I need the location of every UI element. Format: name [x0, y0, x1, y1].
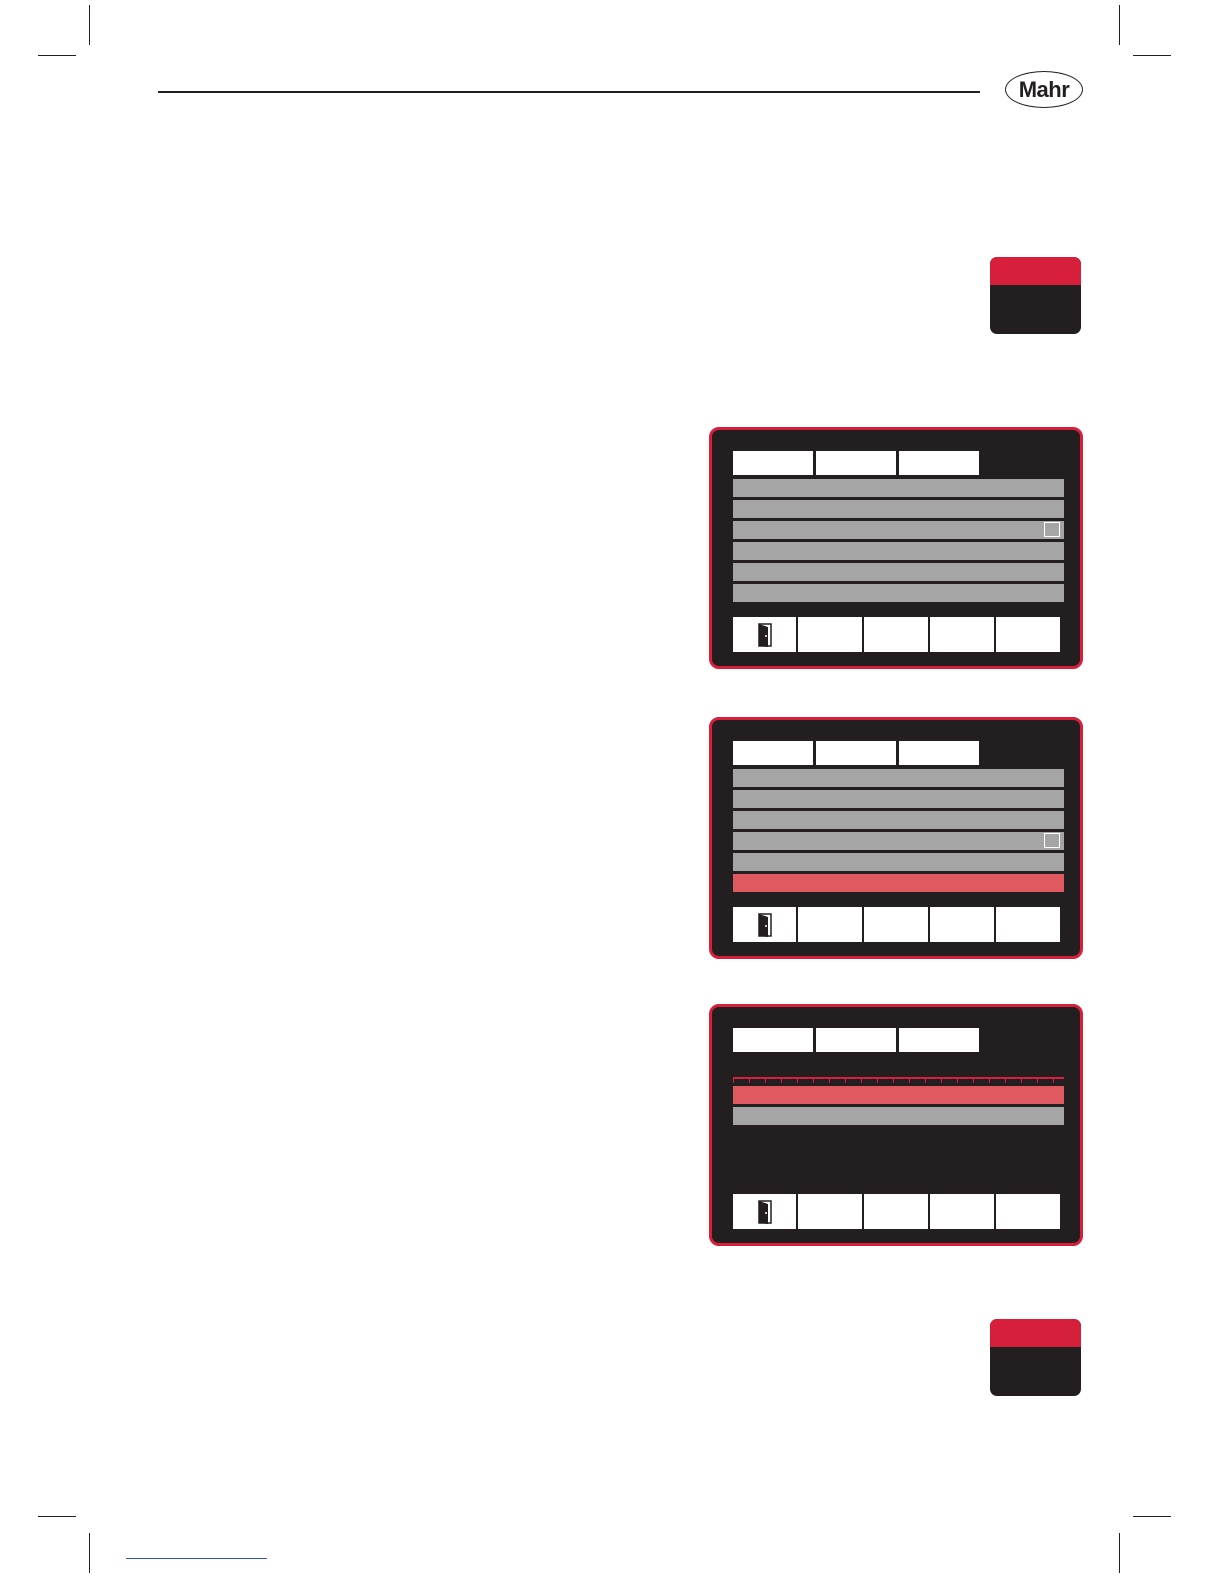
softkey[interactable] [798, 617, 862, 652]
header-rule [158, 91, 980, 93]
softkey[interactable] [864, 617, 928, 652]
list-item[interactable] [733, 479, 1064, 497]
checkbox[interactable] [1044, 522, 1060, 537]
menu-list [733, 479, 1064, 605]
crop-mark [1119, 1533, 1120, 1573]
screen-tabs [733, 451, 979, 475]
softkey[interactable] [996, 1194, 1060, 1229]
list-item[interactable] [733, 769, 1064, 787]
tab[interactable] [899, 741, 979, 765]
crop-mark [1119, 5, 1120, 45]
tab[interactable] [816, 451, 896, 475]
crop-mark [38, 55, 76, 56]
list-item[interactable] [733, 811, 1064, 829]
softkey[interactable] [864, 907, 928, 942]
list-item-selected[interactable] [733, 1086, 1064, 1104]
checkbox[interactable] [1044, 833, 1060, 848]
device-screen-3 [709, 1004, 1083, 1246]
menu-list [733, 1086, 1064, 1128]
list-item[interactable] [733, 521, 1064, 539]
exit-door-icon [757, 622, 772, 647]
crop-mark [89, 5, 90, 45]
list-item[interactable] [733, 563, 1064, 581]
softkey[interactable] [930, 617, 994, 652]
crop-mark [1133, 55, 1171, 56]
softkey-bar [733, 1194, 1060, 1229]
exit-button[interactable] [733, 1194, 796, 1229]
list-item[interactable] [733, 853, 1064, 871]
tab[interactable] [816, 1028, 896, 1052]
softkey-bar [733, 907, 1060, 942]
crop-mark [89, 1533, 90, 1573]
device-screen-1 [709, 427, 1083, 669]
softkey[interactable] [996, 907, 1060, 942]
divider-ticks [733, 1079, 1064, 1083]
softkey[interactable] [930, 907, 994, 942]
exit-door-icon [757, 912, 772, 937]
exit-door-icon [757, 1199, 772, 1224]
mahr-logo: Mahr [1005, 71, 1083, 108]
softkey[interactable] [864, 1194, 928, 1229]
crop-mark [38, 1516, 76, 1517]
screen-tabs [733, 741, 979, 765]
crop-mark [1133, 1516, 1171, 1517]
tab[interactable] [733, 451, 813, 475]
footer-link-underline[interactable] [126, 1558, 267, 1559]
softkey-bar [733, 617, 1060, 652]
list-item[interactable] [733, 542, 1064, 560]
tab[interactable] [899, 451, 979, 475]
softkey[interactable] [798, 907, 862, 942]
menu-list [733, 769, 1064, 895]
list-item[interactable] [733, 832, 1064, 850]
exit-button[interactable] [733, 617, 796, 652]
softkey[interactable] [930, 1194, 994, 1229]
list-item[interactable] [733, 790, 1064, 808]
tab[interactable] [733, 741, 813, 765]
device-screen-2 [709, 717, 1083, 959]
tab[interactable] [816, 741, 896, 765]
tab[interactable] [899, 1028, 979, 1052]
softkey[interactable] [798, 1194, 862, 1229]
chapter-tab-marker [990, 257, 1081, 334]
tab[interactable] [733, 1028, 813, 1052]
list-item[interactable] [733, 584, 1064, 602]
chapter-tab-marker [990, 1319, 1081, 1396]
screen-tabs [733, 1028, 979, 1052]
list-item[interactable] [733, 1107, 1064, 1125]
exit-button[interactable] [733, 907, 796, 942]
softkey[interactable] [996, 617, 1060, 652]
list-item[interactable] [733, 500, 1064, 518]
list-item-selected[interactable] [733, 874, 1064, 892]
